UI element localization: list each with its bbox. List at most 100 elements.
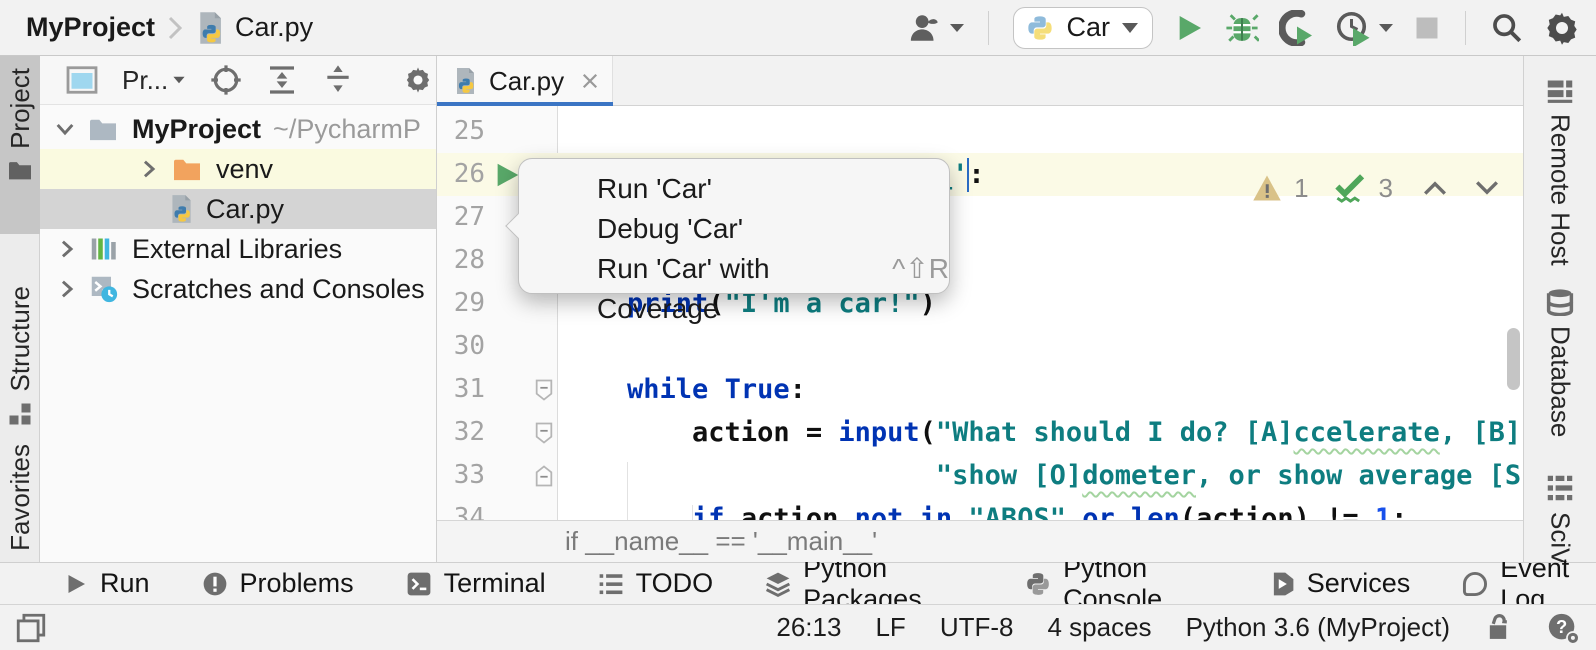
- run-configuration-select[interactable]: Car: [1013, 7, 1153, 49]
- code-line[interactable]: if action not in "ABOS" or len(action) !…: [562, 497, 1407, 520]
- event-log-icon: [1462, 571, 1488, 597]
- code-line[interactable]: while True:: [562, 368, 806, 411]
- code-line[interactable]: action = input("What should I do? [A]cce…: [562, 411, 1523, 454]
- tree-item-label: venv: [216, 154, 273, 185]
- editor-breadcrumb-bar[interactable]: if __name__ == '__main__': [437, 520, 1523, 562]
- warning-count: 1: [1294, 173, 1308, 204]
- line-number: 32: [437, 411, 485, 454]
- run-with-coverage-button[interactable]: [1335, 10, 1393, 46]
- sidebar-tab-label: Project: [5, 68, 36, 149]
- indent-setting[interactable]: 4 spaces: [1047, 612, 1151, 643]
- prev-issue-chevron-icon[interactable]: [1421, 176, 1449, 200]
- panel-settings-gear-button[interactable]: [402, 64, 434, 96]
- toolwindow-problems[interactable]: Problems: [202, 568, 354, 599]
- editor-tab-label: Car.py: [489, 66, 564, 97]
- next-issue-chevron-icon[interactable]: [1473, 176, 1501, 200]
- sidebar-tab-database[interactable]: Database: [1524, 288, 1596, 437]
- code-line[interactable]: "show [O]dometer, or show average [S]pee…: [562, 454, 1523, 497]
- services-icon: [1269, 571, 1295, 597]
- popup-item-run[interactable]: Run 'Car': [597, 169, 949, 209]
- run-context-popup: Run 'Car' Debug 'Car' Run 'Car' with Cov…: [518, 158, 950, 294]
- project-view-icon: [66, 66, 98, 94]
- locate-file-button[interactable]: [210, 64, 242, 96]
- warning-triangle-icon: [1252, 174, 1282, 202]
- passed-count: 3: [1379, 173, 1393, 204]
- line-number: 30: [437, 325, 485, 368]
- toolwindow-todo[interactable]: TODO: [598, 568, 714, 599]
- text-caret: [967, 158, 970, 192]
- sidebar-tab-structure[interactable]: Structure: [0, 286, 40, 426]
- breadcrumb-project[interactable]: MyProject: [26, 12, 155, 43]
- run-configuration-label: Car: [1066, 12, 1110, 43]
- folder-icon: [7, 159, 33, 181]
- sidebar-tab-remote-host[interactable]: Remote Host: [1524, 78, 1596, 266]
- play-icon: [64, 571, 88, 597]
- sidebar-tab-label: Favorites: [5, 444, 36, 551]
- fold-marker-icon[interactable]: [535, 379, 553, 401]
- tree-row-carpy[interactable]: Car.py: [40, 189, 437, 229]
- remote-host-icon: [1546, 78, 1574, 104]
- tree-item-label: External Libraries: [132, 234, 342, 265]
- chevron-right-icon[interactable]: [136, 156, 162, 182]
- popup-item-coverage[interactable]: Run 'Car' with Coverage^⇧R: [597, 249, 949, 329]
- tree-row-scratches[interactable]: Scratches and Consoles: [40, 269, 437, 309]
- tree-row-venv[interactable]: venv: [40, 149, 437, 189]
- todo-list-icon: [598, 571, 624, 597]
- profile-button[interactable]: [1279, 10, 1315, 46]
- caret-position[interactable]: 26:13: [776, 612, 841, 643]
- chevron-right-icon[interactable]: [54, 276, 80, 302]
- fold-marker-icon[interactable]: [535, 422, 553, 444]
- tree-item-label: MyProject: [132, 114, 261, 145]
- line-ending[interactable]: LF: [875, 612, 905, 643]
- file-encoding[interactable]: UTF-8: [940, 612, 1014, 643]
- sciview-icon: [1546, 474, 1574, 502]
- settings-gear-button[interactable]: [1544, 10, 1580, 46]
- editor-tab-carpy[interactable]: Car.py: [437, 56, 613, 106]
- error-circle-icon: [202, 571, 228, 597]
- unlock-icon[interactable]: [1484, 613, 1512, 643]
- popup-item-debug[interactable]: Debug 'Car': [597, 209, 949, 249]
- expand-all-button[interactable]: [266, 64, 298, 96]
- libraries-icon: [90, 235, 118, 263]
- stop-button[interactable]: [1413, 14, 1441, 42]
- editor-code-area[interactable]: 1 3 Run 'Car' Debug 'Car' Run 'Car' with…: [437, 106, 1523, 520]
- project-view-select[interactable]: Pr...: [122, 65, 186, 96]
- run-button[interactable]: [1173, 12, 1205, 44]
- database-icon: [1546, 288, 1574, 316]
- line-number: 28: [437, 239, 485, 282]
- editor-scrollbar-thumb[interactable]: [1507, 328, 1520, 390]
- debug-button[interactable]: [1225, 11, 1259, 45]
- sidebar-tab-label: Database: [1545, 326, 1576, 437]
- collapse-all-button[interactable]: [322, 64, 354, 96]
- line-number: 26: [437, 153, 485, 196]
- close-icon[interactable]: [580, 71, 600, 91]
- tree-item-label: Car.py: [206, 194, 284, 225]
- line-number: 27: [437, 196, 485, 239]
- line-number: 29: [437, 282, 485, 325]
- tree-row-myproject[interactable]: MyProject ~/PycharmP: [40, 109, 437, 149]
- editor-area: Car.py 1 3 Run 'Car' Debug 'Car' Run 'Ca…: [437, 56, 1523, 562]
- breadcrumb: MyProject Car.py: [26, 11, 313, 45]
- interpreter-label[interactable]: Python 3.6 (MyProject): [1186, 612, 1450, 643]
- toolwindow-switcher-icon[interactable]: [14, 611, 48, 645]
- line-number: 33: [437, 454, 485, 497]
- right-tool-strip: Remote Host Database SciV: [1523, 56, 1596, 562]
- toolwindow-terminal[interactable]: Terminal: [406, 568, 546, 599]
- breadcrumb-file[interactable]: Car.py: [235, 12, 313, 43]
- chevron-right-icon[interactable]: [54, 236, 80, 262]
- inspection-profile-icon[interactable]: ?: [1546, 611, 1580, 645]
- sidebar-tab-project[interactable]: Project: [0, 56, 40, 234]
- tree-row-external-libraries[interactable]: External Libraries: [40, 229, 437, 269]
- chevron-down-icon[interactable]: [52, 116, 78, 142]
- inspections-widget[interactable]: 1 3: [1252, 172, 1501, 204]
- check-ok-icon: [1331, 172, 1367, 204]
- structure-icon: [8, 402, 32, 426]
- toolwindow-services[interactable]: Services: [1269, 568, 1411, 599]
- search-everywhere-button[interactable]: [1490, 11, 1524, 45]
- toolwindow-run[interactable]: Run: [64, 568, 150, 599]
- toolbar-separator: [1465, 11, 1466, 45]
- tree-item-label: Scratches and Consoles: [132, 274, 425, 305]
- python-file-icon: [453, 67, 477, 95]
- fold-marker-icon[interactable]: [535, 465, 553, 487]
- user-account-button[interactable]: [908, 11, 964, 45]
